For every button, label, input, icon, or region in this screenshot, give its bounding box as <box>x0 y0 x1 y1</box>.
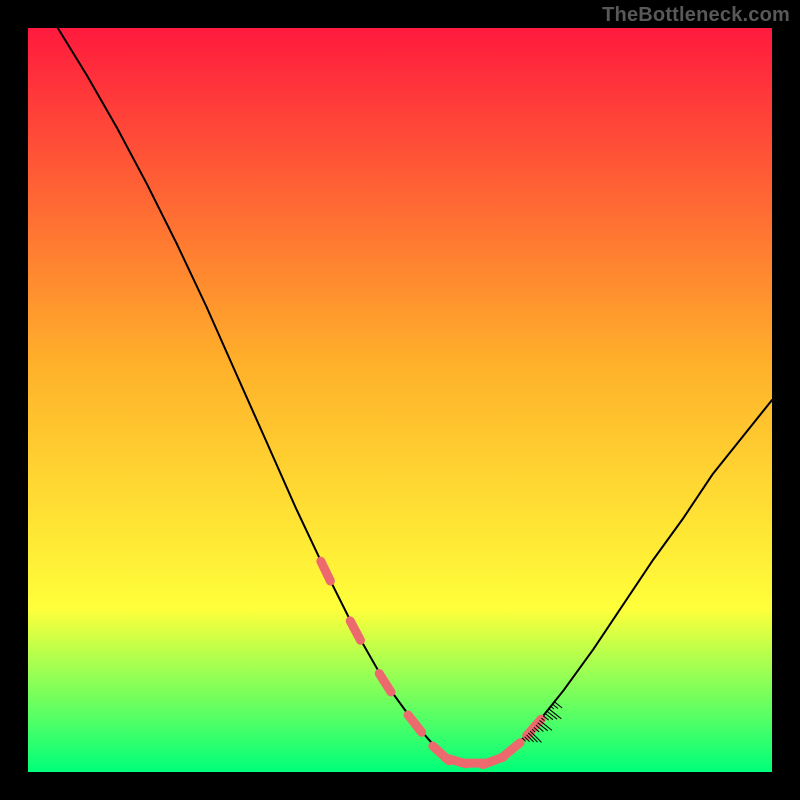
gradient-background <box>28 28 772 772</box>
plot-area <box>28 28 772 772</box>
chart-container: TheBottleneck.com <box>0 0 800 800</box>
watermark: TheBottleneck.com <box>602 4 790 27</box>
bottleneck-curve-chart <box>28 28 772 772</box>
